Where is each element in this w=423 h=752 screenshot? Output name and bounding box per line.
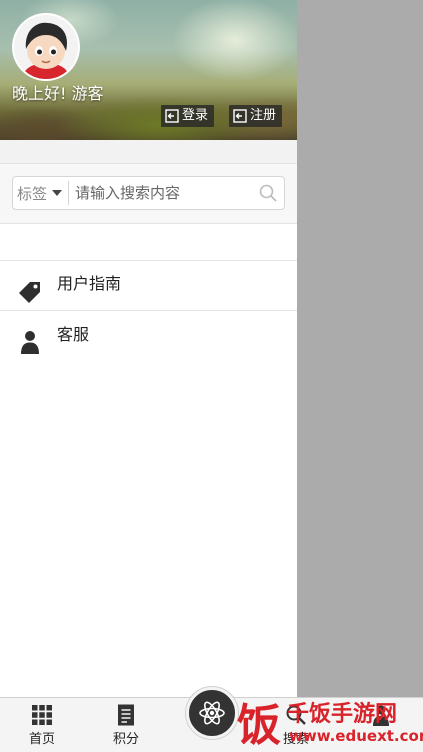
menu-item-label: 用户指南 — [57, 274, 122, 293]
greeting-text: 晚上好! 游客 — [12, 84, 104, 103]
category-dropdown[interactable]: 标签 — [13, 181, 70, 205]
side-drawer: 晚上好! 游客 登录 注册 标签 请输入搜索内容 用户指南 客服 — [0, 0, 297, 752]
menu-item-label: 客服 — [57, 325, 90, 344]
avatar[interactable] — [12, 13, 80, 81]
tab-points[interactable]: 积分 — [84, 698, 168, 752]
register-label: 注册 — [250, 108, 277, 123]
menu-item-user-guide[interactable]: 用户指南 — [0, 261, 297, 311]
tab-label: 首页 — [28, 732, 55, 747]
register-icon — [233, 109, 247, 123]
login-button[interactable]: 登录 — [161, 105, 215, 127]
category-label: 标签 — [17, 184, 48, 203]
center-action-button[interactable] — [186, 687, 238, 739]
profile-header: 晚上好! 游客 登录 注册 — [0, 0, 297, 140]
watermark-url: www.eduext.com — [289, 727, 423, 745]
watermark-logo-char: 饭 — [237, 700, 281, 748]
watermark-title: 千饭手游网 — [287, 702, 398, 727]
tag-icon — [19, 282, 40, 303]
watermark-logo-icon: 饭 — [237, 700, 281, 748]
site-watermark: 饭 千饭手游网 www.eduext.com — [235, 694, 423, 752]
login-icon — [165, 109, 179, 123]
caret-down-icon — [52, 190, 63, 196]
search-box: 标签 — [12, 176, 285, 210]
search-icon[interactable] — [258, 183, 278, 203]
tab-home[interactable]: 首页 — [0, 698, 84, 752]
header-separator — [0, 140, 297, 164]
grid-icon — [32, 705, 52, 725]
search-area: 标签 — [0, 164, 297, 224]
tab-label: 积分 — [112, 732, 139, 747]
search-input[interactable] — [75, 179, 246, 207]
cartoon-avatar-icon — [14, 15, 78, 79]
atom-icon — [199, 701, 225, 725]
register-button[interactable]: 注册 — [229, 105, 283, 127]
person-icon — [21, 331, 39, 354]
menu-item-customer-service[interactable]: 客服 — [0, 312, 297, 362]
document-icon — [118, 704, 134, 726]
login-label: 登录 — [182, 108, 209, 123]
